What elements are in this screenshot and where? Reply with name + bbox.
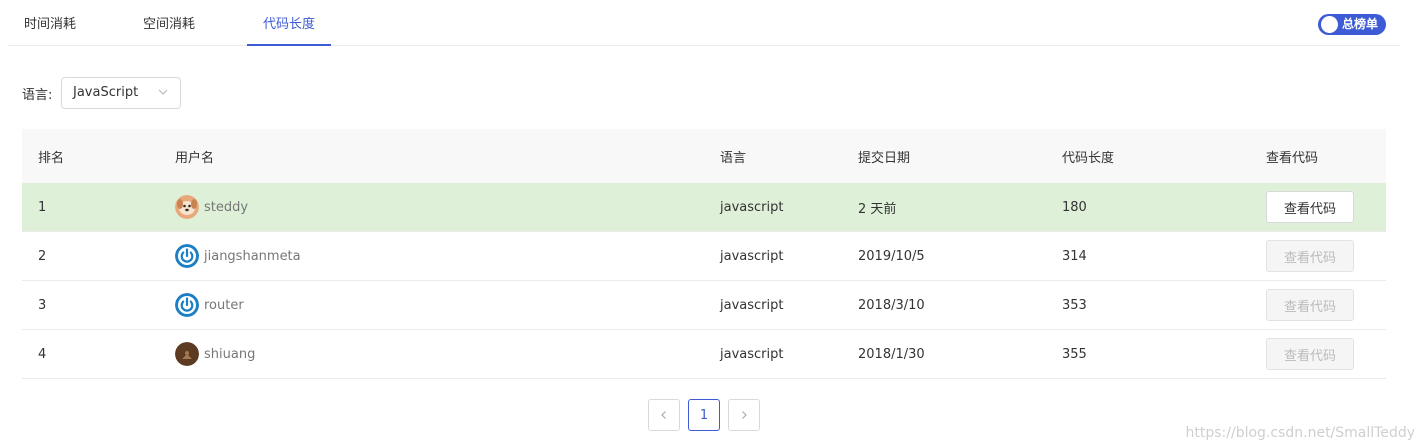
length-cell: 355	[1062, 346, 1087, 362]
power-avatar[interactable]	[175, 244, 199, 268]
tab-code-length[interactable]: 代码长度	[247, 0, 332, 46]
ranking-table: 排名 用户名 语言 提交日期 代码长度 查看代码 1 steddy javasc…	[22, 129, 1386, 379]
username-link[interactable]: router	[204, 298, 244, 313]
user-cell: steddy	[175, 183, 248, 231]
view-cell: 查看代码	[1266, 232, 1354, 280]
view-cell: 查看代码	[1266, 281, 1354, 329]
username-link[interactable]: steddy	[204, 200, 248, 215]
prev-page-button[interactable]	[648, 399, 680, 431]
length-cell: 180	[1062, 199, 1087, 215]
date-cell: 2019/10/5	[858, 248, 925, 264]
chevron-left-icon	[661, 411, 666, 419]
table-row: 4 shiuang javascript 2018/1/30 355 查看代码	[22, 330, 1386, 379]
language-cell: javascript	[720, 346, 784, 362]
tab-bar: 时间消耗 空间消耗 代码长度	[8, 0, 1400, 46]
table-row: 1 steddy javascript 2 天前 180 查看代码	[22, 183, 1386, 232]
chevron-down-icon	[158, 89, 168, 95]
power-avatar[interactable]	[175, 293, 199, 317]
username-link[interactable]: jiangshanmeta	[204, 249, 301, 264]
date-cell: 2 天前	[858, 201, 897, 217]
table-row: 3 router javascript 2018/3/10 353 查看代码	[22, 281, 1386, 330]
rank-cell: 3	[38, 297, 47, 313]
header-length: 代码长度	[1062, 150, 1115, 166]
next-page-button[interactable]	[728, 399, 760, 431]
watermark: https://blog.csdn.net/SmallTeddy	[1185, 425, 1415, 441]
header-date: 提交日期	[858, 150, 911, 166]
language-cell: javascript	[720, 297, 784, 313]
view-code-button[interactable]: 查看代码	[1266, 191, 1354, 223]
language-cell: javascript	[720, 248, 784, 264]
tab-space[interactable]: 空间消耗	[127, 0, 211, 46]
brown-avatar[interactable]	[175, 342, 199, 366]
table-row: 2 jiangshanmeta javascript 2019/10/5 314…	[22, 232, 1386, 281]
chevron-right-icon	[742, 411, 747, 419]
user-cell: router	[175, 281, 244, 329]
language-select-value: JavaScript	[73, 85, 139, 100]
overall-ranking-toggle[interactable]: 总榜单	[1318, 14, 1386, 35]
view-code-button[interactable]: 查看代码	[1266, 240, 1354, 272]
header-user: 用户名	[175, 150, 215, 166]
view-cell: 查看代码	[1266, 330, 1354, 378]
rank-cell: 2	[38, 248, 47, 264]
dog-avatar[interactable]	[175, 195, 199, 219]
language-select[interactable]: JavaScript	[61, 77, 181, 109]
page-button-1[interactable]: 1	[688, 399, 720, 431]
rank-cell: 4	[38, 346, 47, 362]
toggle-label: 总榜单	[1342, 17, 1379, 31]
length-cell: 353	[1062, 297, 1087, 313]
rank-cell: 1	[38, 199, 47, 215]
view-code-button[interactable]: 查看代码	[1266, 338, 1354, 370]
date-cell: 2018/1/30	[858, 346, 925, 362]
header-language: 语言	[720, 150, 747, 166]
username-link[interactable]: shiuang	[204, 347, 255, 362]
date-cell: 2018/3/10	[858, 297, 925, 313]
header-view-code: 查看代码	[1266, 150, 1319, 166]
language-cell: javascript	[720, 199, 784, 215]
header-rank: 排名	[38, 150, 65, 166]
length-cell: 314	[1062, 248, 1087, 264]
toggle-knob	[1321, 16, 1338, 33]
user-cell: shiuang	[175, 330, 255, 378]
view-cell: 查看代码	[1266, 183, 1354, 231]
user-cell: jiangshanmeta	[175, 232, 301, 280]
language-label: 语言:	[22, 88, 53, 103]
table-header: 排名 用户名 语言 提交日期 代码长度 查看代码	[22, 129, 1386, 183]
tab-time[interactable]: 时间消耗	[8, 0, 92, 46]
view-code-button[interactable]: 查看代码	[1266, 289, 1354, 321]
